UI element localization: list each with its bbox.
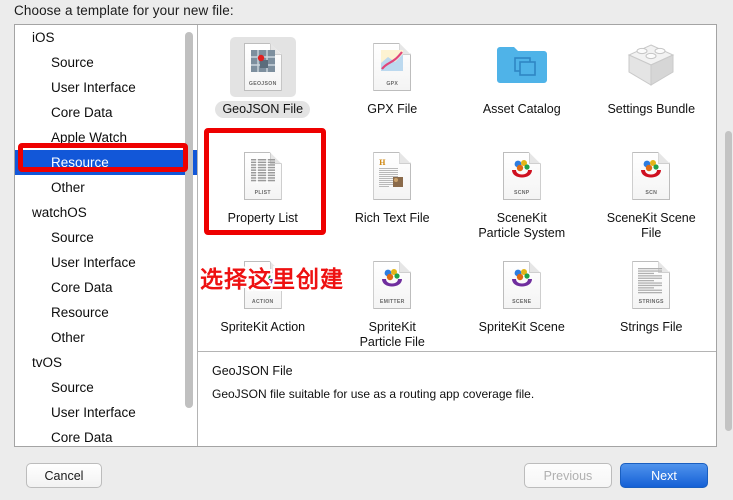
template-item-label: SceneKit Scene File: [606, 211, 696, 240]
template-icon-container[interactable]: STRINGS: [618, 255, 684, 315]
template-item-geojson-file[interactable]: GEOJSON GeoJSON File: [198, 31, 328, 140]
sidebar-item-source-1[interactable]: Source: [15, 50, 197, 75]
document-type-tag: SCN: [645, 190, 658, 196]
sidebar-scrollbar-track[interactable]: [185, 28, 195, 433]
document-type-tag: GEOJSON: [248, 81, 277, 87]
sidebar-item-core-data-16[interactable]: Core Data: [15, 425, 197, 446]
scenekit-scene-file-icon: SCN: [632, 152, 671, 200]
sidebar-item-source-8[interactable]: Source: [15, 225, 197, 250]
annotation-rect-property-list: [204, 128, 326, 235]
new-file-template-dialog: Choose a template for your new file: iOS…: [0, 0, 733, 500]
sidebar-item-resource-11[interactable]: Resource: [15, 300, 197, 325]
sidebar-item-label: User Interface: [51, 80, 136, 95]
template-item-label: Settings Bundle: [607, 102, 696, 116]
template-item-label: GPX File: [367, 102, 418, 116]
document-type-tag: SCENE: [512, 299, 532, 305]
sidebar-item-label: User Interface: [51, 405, 136, 420]
template-icon-container[interactable]: SCENE: [489, 255, 555, 315]
sidebar-item-user-interface-9[interactable]: User Interface: [15, 250, 197, 275]
sidebar-item-user-interface-15[interactable]: User Interface: [15, 400, 197, 425]
document-type-tag: STRINGS: [638, 299, 664, 305]
template-icon-container[interactable]: SCN: [618, 146, 684, 206]
rich-text-file-icon: H: [373, 152, 412, 200]
template-icon-container[interactable]: H: [359, 146, 425, 206]
sidebar-item-other-6[interactable]: Other: [15, 175, 197, 200]
template-item-spritekit-scene[interactable]: SCENE SpriteKit Scene: [457, 249, 587, 358]
document-type-tag: GPX: [386, 81, 399, 87]
template-item-settings-bundle[interactable]: Settings Bundle: [587, 31, 717, 140]
template-item-label: Strings File: [619, 320, 683, 334]
template-icon-container[interactable]: EMITTER: [359, 255, 425, 315]
template-item-label: GeoJSON File: [215, 101, 311, 118]
template-item-label: Asset Catalog: [482, 102, 561, 116]
sidebar-list[interactable]: iOS Source User Interface Core Data Apple Wa…: [15, 25, 197, 446]
template-description: GeoJSON File GeoJSON file suitable for u…: [198, 352, 716, 446]
sidebar-item-ios-0[interactable]: iOS: [15, 25, 197, 50]
svg-text:H: H: [379, 158, 386, 167]
template-icon-container[interactable]: SCNP: [489, 146, 555, 206]
sidebar-item-label: watchOS: [32, 205, 87, 220]
template-row: GEOJSON GeoJSON File GPX GPX File Asset Cata…: [198, 31, 716, 140]
annotation-rect-resource: [18, 143, 188, 172]
sidebar-item-label: Other: [51, 330, 85, 345]
window-scrollbar-thumb[interactable]: [725, 131, 732, 431]
template-item-rich-text-file[interactable]: H Rich Text File: [328, 140, 458, 249]
sidebar-item-watchos-7[interactable]: watchOS: [15, 200, 197, 225]
sidebar-item-tvos-13[interactable]: tvOS: [15, 350, 197, 375]
sidebar-item-other-12[interactable]: Other: [15, 325, 197, 350]
asset-catalog-icon: [496, 44, 548, 91]
document-type-tag: SCNP: [513, 190, 530, 196]
previous-button[interactable]: Previous: [524, 463, 612, 488]
template-item-label: SceneKit Particle System: [478, 211, 566, 240]
description-body: GeoJSON file suitable for use as a routi…: [212, 387, 535, 401]
geojson-file-icon: GEOJSON: [243, 43, 282, 91]
template-item-label: SpriteKit Scene: [478, 320, 565, 334]
template-icon-container[interactable]: [618, 37, 684, 97]
sidebar-item-label: Other: [51, 180, 85, 195]
template-item-gpx-file[interactable]: GPX GPX File: [328, 31, 458, 140]
document-type-tag: ACTION: [251, 299, 274, 305]
sidebar-item-core-data-10[interactable]: Core Data: [15, 275, 197, 300]
sidebar-item-label: iOS: [32, 30, 55, 45]
template-pane: GEOJSON GeoJSON File GPX GPX File Asset Cata…: [198, 25, 716, 446]
next-button[interactable]: Next: [620, 463, 708, 488]
cancel-button[interactable]: Cancel: [26, 463, 102, 488]
template-item-label: Rich Text File: [354, 211, 430, 225]
settings-bundle-icon: [626, 42, 676, 93]
sidebar-item-label: Core Data: [51, 105, 113, 120]
gpx-file-icon: GPX: [373, 43, 412, 91]
sidebar-item-label: Resource: [51, 305, 109, 320]
strings-file-icon: STRINGS: [632, 261, 671, 309]
template-icon-container[interactable]: [489, 37, 555, 97]
sidebar-item-label: Core Data: [51, 430, 113, 445]
document-type-tag: EMITTER: [379, 299, 405, 305]
page-title: Choose a template for your new file:: [14, 3, 234, 18]
template-item-asset-catalog[interactable]: Asset Catalog: [457, 31, 587, 140]
sidebar-item-label: tvOS: [32, 355, 63, 370]
annotation-note-text: 选择这里创建: [200, 267, 344, 293]
template-item-strings-file[interactable]: STRINGS Strings File: [587, 249, 717, 358]
scenekit-particle-system-icon: SCNP: [502, 152, 541, 200]
template-icon-container[interactable]: GEOJSON: [229, 37, 296, 97]
template-chooser-panes: iOS Source User Interface Core Data Apple Wa…: [14, 24, 717, 447]
description-title: GeoJSON File: [212, 364, 293, 378]
sidebar-item-label: Core Data: [51, 280, 113, 295]
sidebar-item-label: Source: [51, 380, 94, 395]
sidebar-item-core-data-3[interactable]: Core Data: [15, 100, 197, 125]
template-item-spritekit-particle-file[interactable]: EMITTER SpriteKit Particle File: [328, 249, 458, 358]
template-item-scenekit-scene-file[interactable]: SCN SceneKit Scene File: [587, 140, 717, 249]
spritekit-particle-file-icon: EMITTER: [373, 261, 412, 309]
sidebar-item-source-14[interactable]: Source: [15, 375, 197, 400]
spritekit-scene-icon: SCENE: [502, 261, 541, 309]
template-item-label: SpriteKit Particle File: [359, 320, 425, 349]
sidebar-item-label: Source: [51, 230, 94, 245]
sidebar-item-label: Source: [51, 55, 94, 70]
sidebar-item-label: User Interface: [51, 255, 136, 270]
platform-sidebar[interactable]: iOS Source User Interface Core Data Apple Wa…: [15, 25, 198, 446]
template-icon-container[interactable]: GPX: [359, 37, 425, 97]
sidebar-scrollbar-thumb[interactable]: [185, 32, 193, 408]
template-item-label: SpriteKit Action: [220, 320, 306, 334]
sidebar-item-user-interface-2[interactable]: User Interface: [15, 75, 197, 100]
template-item-scenekit-particle-system[interactable]: SCNP SceneKit Particle System: [457, 140, 587, 249]
